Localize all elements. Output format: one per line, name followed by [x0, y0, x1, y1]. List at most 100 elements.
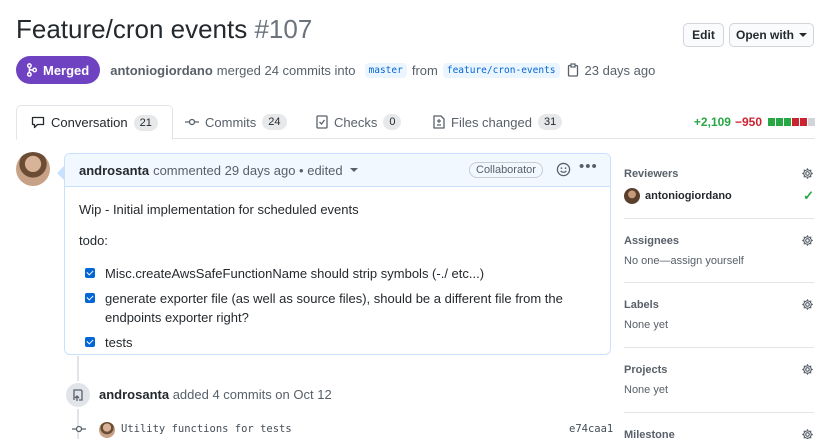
merge-age: 23 days ago: [584, 62, 656, 78]
section-title: Milestone: [624, 428, 675, 439]
open-with-button[interactable]: Open with: [729, 23, 814, 47]
todo-label: todo:: [79, 233, 108, 248]
commit-sha[interactable]: e74caa1: [569, 423, 613, 435]
comment-body: Wip - Initial implementation for schedul…: [65, 187, 610, 373]
commit-icon: [185, 118, 199, 126]
gear-icon[interactable]: [801, 234, 814, 247]
tab-checks[interactable]: Checks 0: [316, 105, 402, 139]
deletions-count: −950: [734, 115, 762, 129]
reviewer-name[interactable]: antoniogiordano: [645, 190, 732, 202]
projects-value: None yet: [624, 384, 669, 396]
smiley-icon[interactable]: [556, 162, 571, 177]
merger-link[interactable]: antoniogiordano: [110, 63, 213, 78]
chevron-down-icon[interactable]: [349, 168, 358, 172]
divider: [624, 282, 814, 283]
task-checkbox[interactable]: [85, 337, 95, 347]
gear-icon[interactable]: [801, 167, 814, 180]
merge-action-text: merged 24 commits into: [216, 62, 356, 78]
tab-counter: 21: [133, 114, 158, 131]
open-with-label: Open with: [736, 28, 794, 42]
head-branch[interactable]: feature/cron-events: [442, 62, 560, 78]
commit-author-avatar[interactable]: [99, 422, 115, 438]
tab-commits[interactable]: Commits 24: [185, 105, 287, 139]
kebab-icon[interactable]: •••: [579, 158, 598, 175]
reviewer-avatar[interactable]: [624, 188, 640, 204]
section-title: Projects: [624, 363, 668, 376]
state-label: Merged: [43, 62, 90, 78]
commit-icon: [72, 425, 86, 433]
comment-text: Wip - Initial implementation for schedul…: [79, 202, 359, 217]
diffstat-block: [792, 118, 799, 126]
task-checkbox[interactable]: [85, 268, 95, 278]
pr-meta: Merged antoniogiordano merged 24 commits…: [16, 56, 655, 84]
comment-author[interactable]: androsanta: [79, 163, 149, 178]
sidebar-milestone: Milestone: [624, 428, 814, 439]
pr-title: Feature/cron events #107: [16, 14, 312, 45]
event-text: added 4 commits on Oct 12: [172, 387, 332, 402]
tab-conversation[interactable]: Conversation 21: [16, 105, 173, 140]
section-title: Reviewers: [624, 167, 679, 180]
additions-count: +2,109: [693, 115, 731, 129]
file-diff-icon: [433, 115, 445, 129]
task-item: tests: [85, 333, 596, 352]
task-checkbox[interactable]: [85, 293, 95, 303]
divider: [624, 218, 814, 219]
tab-label: Checks: [334, 114, 378, 130]
sidebar-assignees: Assignees No one—assign yourself: [624, 234, 814, 267]
push-badge: [64, 381, 92, 409]
task-text: tests: [105, 335, 133, 350]
tab-label: Commits: [205, 114, 257, 130]
tab-counter: 31: [537, 114, 563, 130]
pr-title-text: Feature/cron events: [16, 14, 248, 44]
role-badge: Collaborator: [469, 162, 543, 178]
comment-header: androsanta commented 29 days ago • edite…: [65, 154, 610, 187]
push-icon: [73, 389, 83, 401]
section-title: Labels: [624, 298, 659, 311]
gear-icon[interactable]: [801, 428, 814, 439]
comment-meta[interactable]: commented 29 days ago • edited: [153, 163, 343, 178]
from-text: from: [411, 62, 438, 78]
task-text: generate exporter file (as well as sourc…: [105, 291, 563, 325]
checks-icon: [316, 115, 328, 129]
task-text: Misc.createAwsSafeFunctionName should st…: [105, 266, 485, 281]
chevron-down-icon: [799, 33, 807, 37]
sidebar-projects: Projects None yet: [624, 363, 814, 396]
comment-icon: [31, 116, 45, 129]
tab-counter: 0: [383, 114, 402, 130]
sidebar-labels: Labels None yet: [624, 298, 814, 331]
gear-icon[interactable]: [801, 298, 814, 311]
diffstat-block: [800, 118, 807, 126]
avatar[interactable]: [16, 152, 50, 186]
tab-label: Files changed: [451, 114, 532, 130]
section-title: Assignees: [624, 234, 680, 247]
tab-counter: 24: [262, 114, 287, 130]
timeline-event: androsanta added 4 commits on Oct 12: [99, 387, 332, 402]
commit-message[interactable]: Utility functions for tests: [121, 423, 292, 435]
copy-icon[interactable]: [567, 63, 579, 77]
edit-button[interactable]: Edit: [683, 23, 724, 47]
comment-box: androsanta commented 29 days ago • edite…: [57, 153, 611, 355]
pr-number: #107: [254, 14, 313, 44]
labels-value: None yet: [624, 319, 669, 331]
check-icon: ✓: [803, 188, 814, 203]
merged-badge: Merged: [16, 56, 101, 84]
divider: [624, 347, 814, 348]
base-branch[interactable]: master: [364, 62, 407, 78]
merge-icon: [26, 63, 38, 77]
sidebar-reviewers: Reviewers antoniogiordano ✓: [624, 167, 814, 204]
divider: [624, 412, 814, 413]
tab-label: Conversation: [51, 115, 128, 130]
tab-files-changed[interactable]: Files changed 31: [433, 105, 563, 139]
diffstat-block: [768, 118, 775, 126]
diffstat-blocks: [768, 118, 815, 126]
edit-button-label: Edit: [692, 28, 715, 42]
task-item: Misc.createAwsSafeFunctionName should st…: [85, 264, 596, 283]
assignees-value[interactable]: No one—assign yourself: [624, 255, 814, 267]
event-actor[interactable]: androsanta: [99, 387, 169, 402]
task-item: generate exporter file (as well as sourc…: [85, 289, 565, 327]
gear-icon[interactable]: [801, 363, 814, 376]
diffstat: +2,109 −950: [694, 115, 815, 129]
diffstat-block: [776, 118, 783, 126]
diffstat-block: [784, 118, 791, 126]
diffstat-block: [808, 118, 815, 126]
